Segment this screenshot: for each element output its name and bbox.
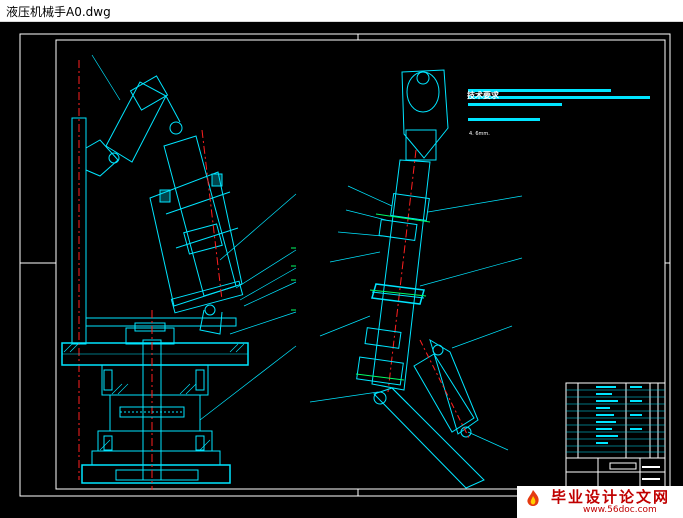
technical-requirements-title: 技术要求	[467, 91, 499, 100]
drawing-frame	[19, 33, 671, 497]
cad-drawing	[19, 33, 671, 497]
watermark-title: 毕业设计论文网	[551, 488, 671, 506]
right-assembly	[309, 69, 523, 489]
left-assembly	[61, 54, 297, 490]
watermark-url: www.56doc.com	[583, 505, 657, 515]
flame-logo-icon	[527, 490, 539, 506]
window-titlebar: 液压机械手A0.dwg	[0, 0, 683, 22]
watermark-banner: 毕业设计论文网 www.56doc.com	[517, 486, 683, 518]
cad-drawing-canvas[interactable]: 技术要求 4. 6mm.	[0, 22, 683, 518]
technical-requirements-note: 4. 6mm.	[469, 131, 490, 137]
frame-ticks	[20, 34, 670, 496]
window-title: 液压机械手A0.dwg	[6, 5, 111, 19]
